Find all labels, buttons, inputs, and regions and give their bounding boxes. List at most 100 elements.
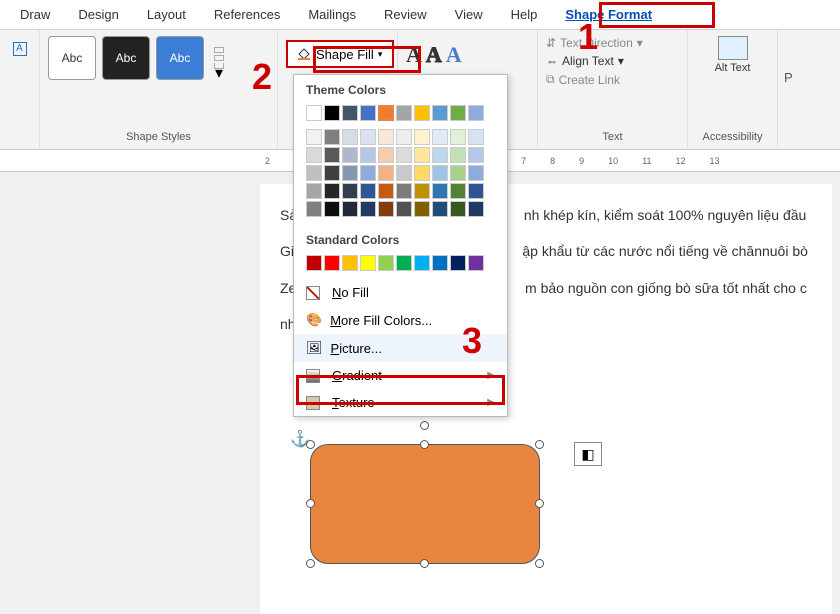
color-swatch[interactable] xyxy=(450,255,466,271)
shape-styles-more[interactable]: ▾ xyxy=(214,36,224,80)
color-swatch[interactable] xyxy=(360,165,376,181)
resize-handle-br[interactable] xyxy=(535,559,544,568)
color-swatch[interactable] xyxy=(414,201,430,217)
color-swatch[interactable] xyxy=(432,183,448,199)
shape-style-3[interactable]: Abc xyxy=(156,36,204,80)
color-swatch[interactable] xyxy=(378,147,394,163)
color-swatch[interactable] xyxy=(396,183,412,199)
color-swatch[interactable] xyxy=(342,147,358,163)
text-direction-button[interactable]: ⇵Text Direction ▾ xyxy=(546,36,679,50)
color-swatch[interactable] xyxy=(324,105,340,121)
color-swatch[interactable] xyxy=(396,255,412,271)
color-swatch[interactable] xyxy=(342,201,358,217)
color-swatch[interactable] xyxy=(360,183,376,199)
color-swatch[interactable] xyxy=(306,165,322,181)
color-swatch[interactable] xyxy=(360,105,376,121)
color-swatch[interactable] xyxy=(306,105,322,121)
resize-handle-r[interactable] xyxy=(535,499,544,508)
color-swatch[interactable] xyxy=(432,129,448,145)
color-swatch[interactable] xyxy=(450,105,466,121)
selected-shape[interactable] xyxy=(310,444,540,564)
shape-fill-button[interactable]: Shape Fill ▾ xyxy=(286,40,394,68)
tab-layout[interactable]: Layout xyxy=(133,3,200,26)
create-link-button[interactable]: ⧉Create Link xyxy=(546,72,679,87)
color-swatch[interactable] xyxy=(432,105,448,121)
color-swatch[interactable] xyxy=(432,255,448,271)
rotate-handle[interactable] xyxy=(420,421,429,430)
color-swatch[interactable] xyxy=(414,165,430,181)
color-swatch[interactable] xyxy=(450,147,466,163)
resize-handle-l[interactable] xyxy=(306,499,315,508)
color-swatch[interactable] xyxy=(396,105,412,121)
shape-style-2[interactable]: Abc xyxy=(102,36,150,80)
color-swatch[interactable] xyxy=(324,165,340,181)
resize-handle-b[interactable] xyxy=(420,559,429,568)
color-swatch[interactable] xyxy=(414,255,430,271)
color-swatch[interactable] xyxy=(450,183,466,199)
shape-style-1[interactable]: Abc xyxy=(48,36,96,80)
color-swatch[interactable] xyxy=(414,183,430,199)
layout-options-button[interactable]: ◧ xyxy=(574,442,602,466)
color-swatch[interactable] xyxy=(306,183,322,199)
color-swatch[interactable] xyxy=(378,165,394,181)
color-swatch[interactable] xyxy=(306,129,322,145)
color-swatch[interactable] xyxy=(378,183,394,199)
color-swatch[interactable] xyxy=(414,147,430,163)
color-swatch[interactable] xyxy=(378,105,394,121)
gradient-item[interactable]: Gradient ▶ xyxy=(294,362,507,389)
color-swatch[interactable] xyxy=(378,129,394,145)
tab-view[interactable]: View xyxy=(441,3,497,26)
resize-handle-tl[interactable] xyxy=(306,440,315,449)
ribbon-overflow[interactable]: P xyxy=(778,30,799,149)
color-swatch[interactable] xyxy=(396,129,412,145)
color-swatch[interactable] xyxy=(360,255,376,271)
color-swatch[interactable] xyxy=(306,255,322,271)
color-swatch[interactable] xyxy=(360,201,376,217)
textbox-icon[interactable]: A xyxy=(13,42,27,56)
color-swatch[interactable] xyxy=(468,165,484,181)
color-swatch[interactable] xyxy=(468,129,484,145)
no-fill-item[interactable]: No Fill xyxy=(294,279,507,306)
color-swatch[interactable] xyxy=(342,255,358,271)
color-swatch[interactable] xyxy=(324,147,340,163)
tab-mailings[interactable]: Mailings xyxy=(294,3,370,26)
color-swatch[interactable] xyxy=(324,183,340,199)
color-swatch[interactable] xyxy=(342,183,358,199)
color-swatch[interactable] xyxy=(324,129,340,145)
align-text-button[interactable]: ⇔Align Text ▾ xyxy=(546,54,679,68)
tab-design[interactable]: Design xyxy=(64,3,132,26)
color-swatch[interactable] xyxy=(306,201,322,217)
resize-handle-t[interactable] xyxy=(420,440,429,449)
color-swatch[interactable] xyxy=(324,255,340,271)
color-swatch[interactable] xyxy=(468,183,484,199)
texture-item[interactable]: Texture ▶ xyxy=(294,389,507,416)
resize-handle-bl[interactable] xyxy=(306,559,315,568)
wordart-style-3[interactable]: A xyxy=(446,42,462,68)
tab-review[interactable]: Review xyxy=(370,3,441,26)
color-swatch[interactable] xyxy=(378,201,394,217)
color-swatch[interactable] xyxy=(396,201,412,217)
color-swatch[interactable] xyxy=(360,129,376,145)
color-swatch[interactable] xyxy=(468,105,484,121)
color-swatch[interactable] xyxy=(360,147,376,163)
color-swatch[interactable] xyxy=(414,129,430,145)
color-swatch[interactable] xyxy=(342,165,358,181)
tab-draw[interactable]: Draw xyxy=(6,3,64,26)
color-swatch[interactable] xyxy=(378,255,394,271)
color-swatch[interactable] xyxy=(432,147,448,163)
wordart-style-1[interactable]: A xyxy=(406,42,422,68)
color-swatch[interactable] xyxy=(306,147,322,163)
color-swatch[interactable] xyxy=(450,129,466,145)
tab-help[interactable]: Help xyxy=(497,3,552,26)
color-swatch[interactable] xyxy=(432,201,448,217)
alt-text-button[interactable]: Alt Text xyxy=(696,36,769,74)
color-swatch[interactable] xyxy=(468,147,484,163)
color-swatch[interactable] xyxy=(450,201,466,217)
color-swatch[interactable] xyxy=(342,129,358,145)
color-swatch[interactable] xyxy=(468,255,484,271)
color-swatch[interactable] xyxy=(396,147,412,163)
color-swatch[interactable] xyxy=(414,105,430,121)
color-swatch[interactable] xyxy=(432,165,448,181)
resize-handle-tr[interactable] xyxy=(535,440,544,449)
tab-references[interactable]: References xyxy=(200,3,294,26)
